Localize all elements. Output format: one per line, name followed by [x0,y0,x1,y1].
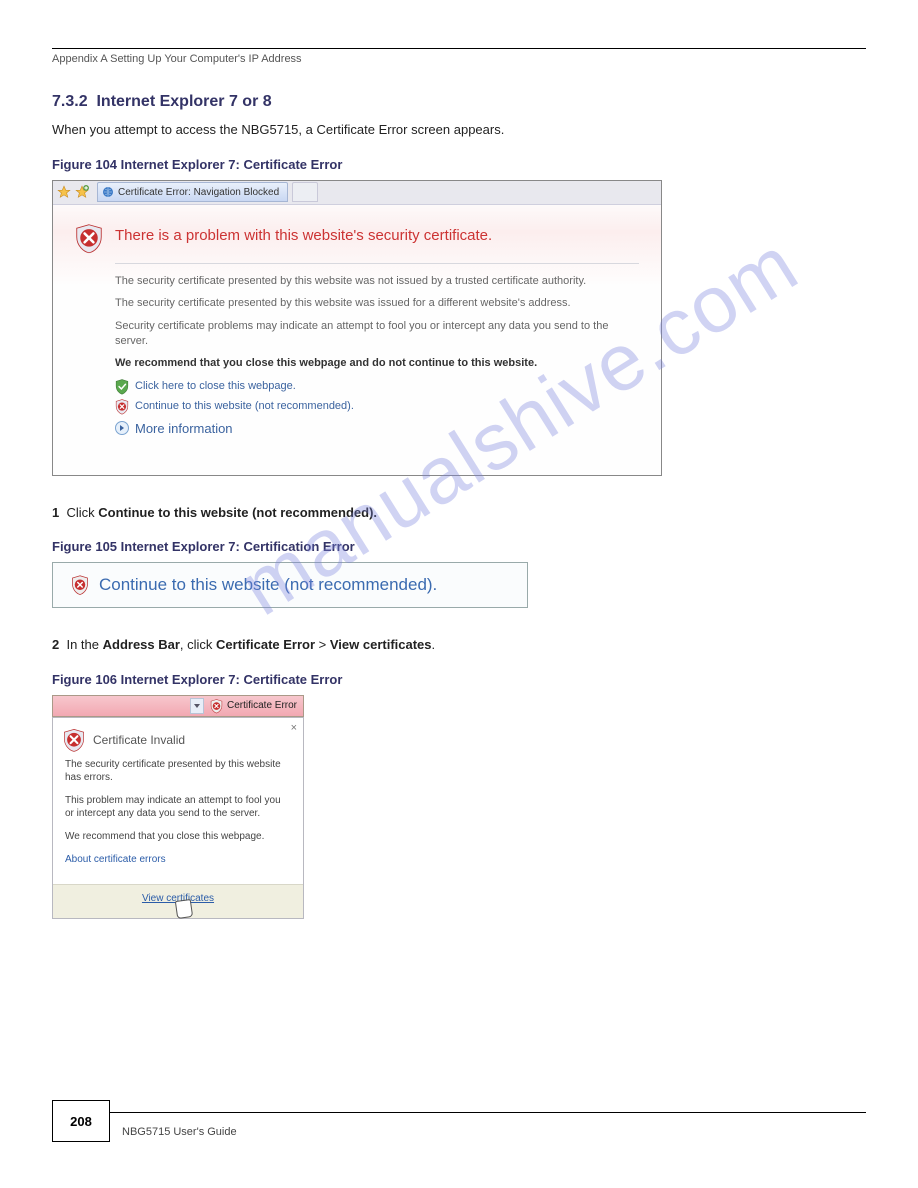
cert-error-para1: The security certificate presented by th… [115,274,639,289]
cert-error-recommend: We recommend that you close this webpage… [115,357,639,369]
popup-para2: This problem may indicate an attempt to … [65,794,291,820]
cert-error-title: There is a problem with this website's s… [115,223,492,244]
popup-title: Certificate Invalid [93,733,185,747]
popup-para3: We recommend that you close this webpage… [65,830,291,843]
page-number: 208 [52,1100,110,1142]
footer-guide-name: NBG5715 User's Guide [122,1126,237,1138]
figure2-caption: Figure 105 Internet Explorer 7: Certific… [52,539,866,554]
figure1-caption: Figure 104 Internet Explorer 7: Certific… [52,157,866,172]
cert-error-bar-text[interactable]: Certificate Error [227,700,297,711]
cert-error-para2: The security certificate presented by th… [115,296,639,311]
cert-error-para3: Security certificate problems may indica… [115,319,639,349]
view-certificates-link[interactable]: View certificates [142,893,214,904]
shield-warn-icon [210,699,223,713]
more-information-link[interactable]: More information [135,421,233,436]
disclosure-icon[interactable] [115,421,129,435]
continue-link[interactable]: Continue to this website (not recommende… [135,400,354,412]
shield-error-icon [75,223,103,253]
ie-tab-bar: Certificate Error: Navigation Blocked [53,181,661,205]
section-heading: 7.3.2 Internet Explorer 7 or 8 [52,93,866,111]
browser-tab[interactable]: Certificate Error: Navigation Blocked [97,182,288,202]
continue-row[interactable]: Continue to this website (not recommende… [115,399,639,413]
add-favorites-icon[interactable] [75,185,89,199]
close-webpage-link[interactable]: Click here to close this webpage. [135,380,296,392]
footer-divider [110,1112,866,1113]
address-bar-cert-error[interactable]: Certificate Error [52,695,304,717]
close-icon[interactable]: × [291,722,297,734]
shield-error-icon [63,728,85,752]
figure3-caption: Figure 106 Internet Explorer 7: Certific… [52,672,866,687]
ie-cert-error-window: Certificate Error: Navigation Blocked Th… [52,180,662,476]
shield-ok-icon [115,379,129,393]
intro-text: When you attempt to access the NBG5715, … [52,121,866,139]
ie-globe-icon [102,186,114,198]
step1-text: 1 Click Continue to this website (not re… [52,504,866,522]
continue-link-box[interactable]: Continue to this website (not recommende… [52,562,528,608]
continue-link-text[interactable]: Continue to this website (not recommende… [99,575,437,595]
close-webpage-row[interactable]: Click here to close this webpage. [115,379,639,393]
tab-title: Certificate Error: Navigation Blocked [118,187,279,198]
step2-text: 2 In the Address Bar, click Certificate … [52,636,866,654]
divider [115,263,639,264]
about-cert-errors-link[interactable]: About certificate errors [65,854,166,865]
popup-para1: The security certificate presented by th… [65,758,291,784]
cert-error-popup: Certificate Error × Certificate Invalid … [52,695,304,919]
favorites-icon[interactable] [57,185,71,199]
new-tab-button[interactable] [292,182,318,202]
appendix-label: Appendix A Setting Up Your Computer's IP… [52,53,302,65]
dropdown-icon[interactable] [190,698,204,714]
shield-warn-icon [71,575,89,595]
shield-warn-icon [115,399,129,413]
